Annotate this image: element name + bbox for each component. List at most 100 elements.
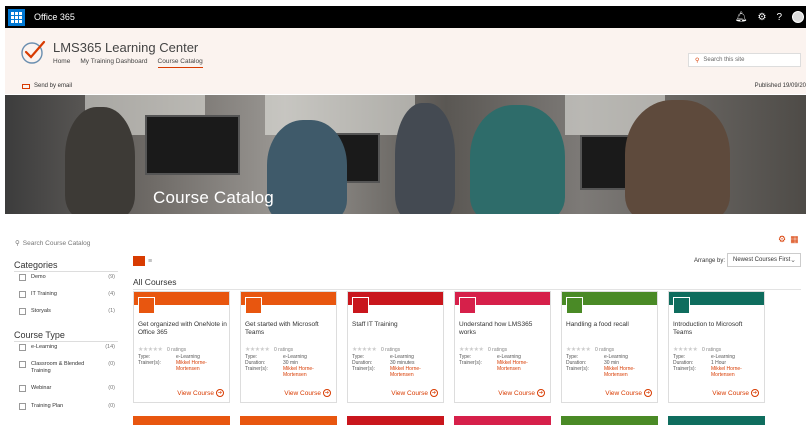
course-title[interactable]: Get started with Microsoft Teams: [245, 321, 335, 337]
course-meta: Type: e-Learning Trainer(s): Mikkel Horne-…: [459, 354, 528, 372]
rating-stars[interactable]: ★★★★★: [352, 346, 377, 353]
rating-stars[interactable]: ★★★★★: [459, 346, 484, 353]
course-card[interactable]: Staff IT Training ★★★★★ 0 ratings Type: e…: [347, 291, 444, 403]
view-course-button[interactable]: View Course ➔: [498, 389, 545, 397]
nav-course-catalog[interactable]: Course Catalog: [157, 58, 203, 68]
arrow-right-icon: ➔: [644, 389, 652, 397]
view-course-button[interactable]: View Course ➔: [605, 389, 652, 397]
filter-type-elearning[interactable]: e-Learning (14): [19, 344, 115, 351]
course-meta: Type: e-Learning Duration: 30 min Trainer(…: [245, 354, 314, 378]
site-search-input[interactable]: ⚲ Search this site: [688, 53, 801, 67]
hero-banner: Course Catalog: [5, 95, 806, 214]
arrow-right-icon: ➔: [751, 389, 759, 397]
checkbox[interactable]: [19, 344, 26, 351]
catalog-search-placeholder: Search Course Catalog: [22, 239, 91, 247]
course-card[interactable]: Introduction to Microsoft Teams ★★★★★ 0 …: [668, 291, 765, 403]
filter-category-storyals[interactable]: Storyals (1): [19, 308, 115, 315]
course-card-banner: [561, 416, 658, 425]
course-meta: Type: e-Learning Trainer(s): Mikkel Horne-…: [138, 354, 207, 372]
ratings-count: 0 ratings: [702, 347, 722, 353]
hero-person: [625, 100, 730, 214]
course-card[interactable]: Understand how LMS365 works ★★★★★ 0 rati…: [454, 291, 551, 403]
course-title[interactable]: Get organized with OneNote in Office 365: [138, 321, 228, 337]
course-card[interactable]: Get started with Microsoft Teams ★★★★★ 0…: [240, 291, 337, 403]
suite-title[interactable]: Office 365: [34, 12, 75, 22]
course-grid: Get organized with OneNote in Office 365…: [133, 291, 801, 403]
filter-type-training-plan[interactable]: Training Plan (0): [19, 403, 115, 410]
lms-logo-icon[interactable]: [20, 39, 46, 65]
categories-heading: Categories: [14, 260, 58, 270]
arrow-right-icon: ➔: [430, 389, 438, 397]
mail-icon: [22, 83, 30, 89]
filter-type-webinar[interactable]: Webinar (0): [19, 385, 115, 392]
view-course-button[interactable]: View Course ➔: [284, 389, 331, 397]
grid-view-button[interactable]: [133, 256, 145, 266]
checkbox[interactable]: [19, 403, 26, 410]
command-bar: Send by email Published 19/09/20: [5, 78, 806, 94]
course-card-banner: [347, 416, 444, 425]
course-meta: Type: e-Learning Duration: 30 minutes Trai…: [352, 354, 421, 378]
course-card[interactable]: Handling a food recall ★★★★★ 0 ratings T…: [561, 291, 658, 403]
avatar[interactable]: [792, 11, 804, 23]
course-card-banner: [668, 416, 765, 425]
settings-icon[interactable]: ⚙: [778, 234, 786, 245]
arrange-by-value: Newest Courses First: [733, 257, 791, 263]
send-by-email-label: Send by email: [34, 83, 73, 89]
course-meta: Type: e-Learning Duration: 1 Hour Trainer(…: [673, 354, 742, 378]
course-grid-next-row: [133, 416, 801, 425]
course-title[interactable]: Introduction to Microsoft Teams: [673, 321, 763, 337]
course-card-banner: [133, 416, 230, 425]
course-card-banner: [240, 416, 337, 425]
ratings-count: 0 ratings: [595, 347, 615, 353]
hero-person: [65, 107, 135, 214]
hero-person: [395, 103, 455, 214]
rating-stars[interactable]: ★★★★★: [673, 346, 698, 353]
section-title: All Courses: [133, 277, 177, 287]
gear-icon[interactable]: ⚙: [757, 12, 766, 23]
view-course-button[interactable]: View Course ➔: [391, 389, 438, 397]
course-title[interactable]: Understand how LMS365 works: [459, 321, 549, 337]
course-meta: Type: e-Learning Duration: 30 min Trainer(…: [566, 354, 635, 378]
ratings-count: 0 ratings: [274, 347, 294, 353]
checkbox[interactable]: [19, 291, 26, 298]
ratings-count: 0 ratings: [381, 347, 401, 353]
arrange-by-select[interactable]: Newest Courses First ⌄: [727, 253, 801, 267]
course-title[interactable]: Handling a food recall: [566, 321, 656, 329]
filter-category-demo[interactable]: Demo (9): [19, 274, 115, 281]
hero-title: Course Catalog: [153, 188, 274, 207]
nav-my-training-dashboard[interactable]: My Training Dashboard: [80, 58, 147, 68]
view-course-button[interactable]: View Course ➔: [712, 389, 759, 397]
nav-home[interactable]: Home: [53, 58, 70, 68]
checkbox[interactable]: [19, 274, 26, 281]
catalog-search-input[interactable]: ⚲ Search Course Catalog: [15, 239, 91, 248]
rating-stars[interactable]: ★★★★★: [138, 346, 163, 353]
site-nav: Home My Training Dashboard Course Catalo…: [53, 58, 203, 68]
divider: [14, 341, 118, 342]
help-icon[interactable]: ?: [776, 12, 782, 23]
view-course-button[interactable]: View Course ➔: [177, 389, 224, 397]
arrow-right-icon: ➔: [537, 389, 545, 397]
list-view-button[interactable]: ≡: [148, 258, 152, 265]
published-date: Published 19/09/20: [754, 83, 806, 89]
filter-type-classroom[interactable]: Classroom & Blended Training (0): [19, 361, 115, 375]
rating-stars[interactable]: ★★★★★: [566, 346, 591, 353]
course-card-banner: [454, 416, 551, 425]
site-title[interactable]: LMS365 Learning Center: [53, 40, 198, 55]
hero-person: [470, 105, 565, 214]
suite-bar: Office 365 🔔︎ ⚙ ?: [5, 6, 806, 28]
bell-icon[interactable]: 🔔︎: [735, 12, 748, 23]
course-card[interactable]: Get organized with OneNote in Office 365…: [133, 291, 230, 403]
search-icon: ⚲: [15, 240, 20, 247]
calendar-icon[interactable]: ▦: [790, 234, 799, 245]
checkbox[interactable]: [19, 308, 26, 315]
rating-stars[interactable]: ★★★★★: [245, 346, 270, 353]
hero-monitor: [145, 115, 240, 175]
course-thumbnail: [352, 297, 369, 314]
course-title[interactable]: Staff IT Training: [352, 321, 442, 329]
course-thumbnail: [459, 297, 476, 314]
checkbox[interactable]: [19, 385, 26, 392]
checkbox[interactable]: [19, 361, 26, 368]
waffle-icon[interactable]: [8, 8, 25, 26]
filter-category-it-training[interactable]: IT Training (4): [19, 291, 115, 298]
send-by-email-button[interactable]: Send by email: [22, 83, 72, 89]
